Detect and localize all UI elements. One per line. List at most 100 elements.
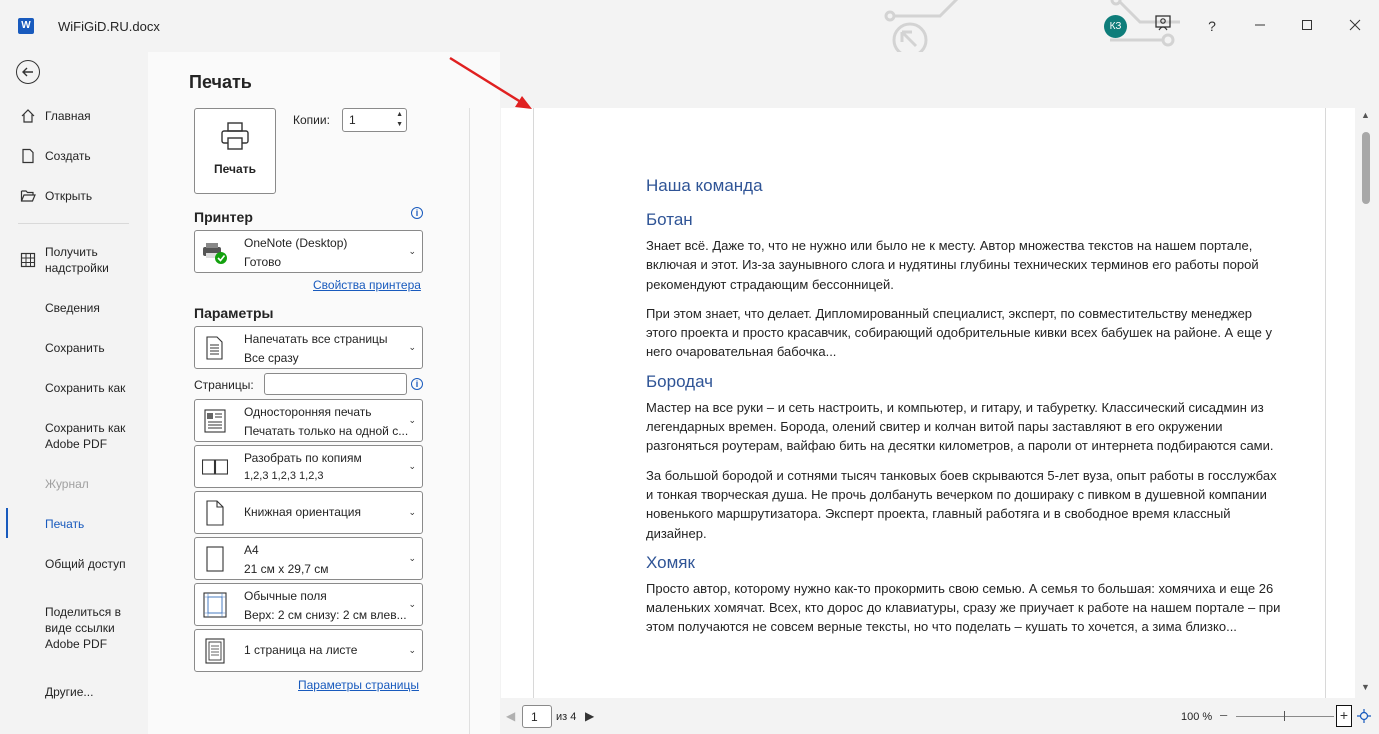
backstage-nav: Главная Создать Открыть Получить надстро… bbox=[0, 52, 148, 734]
print-settings-panel: Печать Печать Копии: 1 ▲ ▼ Принтер i One… bbox=[148, 52, 500, 734]
zoom-out-icon[interactable]: – bbox=[1220, 707, 1227, 722]
collation-select[interactable]: Разобрать по копиям 1,2,3 1,2,3 1,2,3 ⌄ bbox=[194, 445, 423, 488]
pages-per-sheet-select[interactable]: 1 страница на листе ⌄ bbox=[194, 629, 423, 672]
home-icon bbox=[21, 109, 35, 123]
document-content: Наша команда Ботан Знает всё. Даже то, ч… bbox=[646, 176, 1286, 647]
panel-divider bbox=[469, 108, 470, 734]
paragraph: За большой бородой и сотнями тысяч танко… bbox=[646, 467, 1277, 541]
settings-heading: Параметры bbox=[194, 305, 274, 321]
document-title: WiFiGiD.RU.docx bbox=[58, 19, 160, 34]
printer-ready-icon bbox=[203, 243, 227, 264]
spin-down-icon[interactable]: ▼ bbox=[396, 121, 403, 128]
back-arrow-icon[interactable] bbox=[16, 60, 40, 84]
portrait-orientation-icon bbox=[206, 500, 224, 526]
paragraph: Просто автор, которому нужно как-то прок… bbox=[646, 580, 1281, 635]
margins-detail: Верх: 2 см снизу: 2 см влев... bbox=[244, 608, 407, 622]
feedback-icon[interactable] bbox=[1151, 14, 1175, 38]
paragraph: Мастер на все руки – и сеть настроить, и… bbox=[646, 399, 1274, 454]
page-setup-link[interactable]: Параметры страницы bbox=[298, 678, 419, 692]
nav-item-label: Главная bbox=[45, 109, 91, 123]
user-avatar[interactable]: КЗ bbox=[1104, 15, 1127, 38]
pages-label: Страницы: bbox=[194, 378, 254, 392]
sides-select[interactable]: Односторонняя печать Печатать только на … bbox=[194, 399, 423, 442]
printer-icon bbox=[221, 122, 249, 150]
nav-item-label: Другие... bbox=[45, 685, 94, 699]
margins-value: Обычные поля bbox=[244, 589, 327, 603]
background-decoration bbox=[884, 0, 1180, 52]
nav-item-label: Сохранить как Adobe PDF bbox=[45, 421, 126, 451]
print-button[interactable]: Печать bbox=[194, 108, 276, 194]
chevron-down-icon: ⌄ bbox=[408, 342, 416, 352]
maximize-icon[interactable] bbox=[1295, 14, 1319, 38]
current-page-input[interactable]: 1 bbox=[522, 705, 552, 728]
nav-item-label: Открыть bbox=[45, 189, 93, 203]
zoom-in-icon[interactable]: + bbox=[1336, 705, 1352, 727]
printer-select[interactable]: OneNote (Desktop) Готово ⌄ bbox=[194, 230, 423, 273]
zoom-to-page-icon[interactable] bbox=[1357, 709, 1371, 723]
sides-value: Односторонняя печать bbox=[244, 405, 372, 419]
document-title: Наша команда bbox=[646, 176, 763, 195]
chevron-down-icon: ⌄ bbox=[408, 599, 416, 609]
paper-size-value: A4 bbox=[244, 543, 259, 557]
spin-up-icon[interactable]: ▲ bbox=[396, 111, 403, 118]
copies-stepper[interactable]: 1 ▲ ▼ bbox=[342, 108, 407, 132]
scroll-down-icon[interactable]: ▼ bbox=[1361, 682, 1370, 692]
paper-size-detail: 21 см x 29,7 см bbox=[244, 562, 329, 576]
copies-label: Копии: bbox=[293, 113, 330, 127]
next-page-icon[interactable]: ▶ bbox=[585, 709, 594, 723]
section-heading: Ботан bbox=[646, 210, 693, 229]
nav-item-label: Поделиться в виде ссылки Adobe PDF bbox=[45, 605, 121, 651]
orientation-value: Книжная ориентация bbox=[244, 505, 361, 519]
title-bar: W WiFiGiD.RU.docx КЗ ? bbox=[0, 0, 1379, 52]
chevron-down-icon: ⌄ bbox=[408, 507, 416, 517]
nav-item-label: Журнал bbox=[45, 477, 89, 491]
zoom-slider-thumb[interactable] bbox=[1284, 711, 1285, 721]
page-title: Печать bbox=[189, 72, 252, 92]
nav-item-label: Сведения bbox=[45, 301, 100, 315]
info-icon[interactable]: i bbox=[411, 378, 423, 390]
collate-icon bbox=[202, 459, 228, 475]
collation-value: Разобрать по копиям bbox=[244, 451, 362, 465]
close-icon[interactable] bbox=[1343, 14, 1367, 38]
print-range-select[interactable]: Напечатать все страницы Все сразу ⌄ bbox=[194, 326, 423, 369]
paper-size-icon bbox=[206, 546, 224, 572]
nav-item-label: Общий доступ bbox=[45, 557, 126, 571]
nav-item-label: Сохранить как bbox=[45, 381, 126, 395]
previous-page-icon[interactable]: ◀ bbox=[506, 709, 515, 723]
help-icon[interactable]: ? bbox=[1200, 14, 1224, 38]
margins-icon bbox=[203, 592, 227, 618]
scrollbar-thumb[interactable] bbox=[1362, 132, 1370, 204]
page-count: из 4 bbox=[556, 711, 577, 723]
section-heading: Хомяк bbox=[646, 552, 695, 572]
pages-input[interactable] bbox=[264, 373, 407, 395]
preview-scrollbar[interactable]: ▲ ▼ bbox=[1358, 108, 1376, 698]
chevron-down-icon: ⌄ bbox=[408, 461, 416, 471]
chevron-down-icon: ⌄ bbox=[408, 415, 416, 425]
printer-heading: Принтер bbox=[194, 209, 253, 225]
preview-page: Наша команда Ботан Знает всё. Даже то, ч… bbox=[501, 108, 1355, 698]
paper-size-select[interactable]: A4 21 см x 29,7 см ⌄ bbox=[194, 537, 423, 580]
printer-properties-link[interactable]: Свойства принтера bbox=[313, 278, 421, 292]
active-indicator bbox=[6, 508, 8, 538]
copies-value: 1 bbox=[349, 113, 356, 127]
printer-name: OneNote (Desktop) bbox=[244, 236, 348, 250]
one-sided-icon bbox=[204, 409, 226, 433]
chevron-down-icon: ⌄ bbox=[408, 553, 416, 563]
nav-item-label: Печать bbox=[45, 517, 85, 531]
zoom-slider[interactable] bbox=[1236, 716, 1334, 717]
word-icon: W bbox=[18, 18, 34, 34]
pages-per-sheet-icon bbox=[205, 638, 225, 664]
document-pages-icon bbox=[206, 336, 223, 360]
pages-per-sheet-value: 1 страница на листе bbox=[244, 643, 358, 657]
section-heading: Бородач bbox=[646, 371, 714, 391]
paragraph: При этом знает, что делает. Дипломирован… bbox=[646, 305, 1272, 360]
minimize-icon[interactable] bbox=[1248, 14, 1272, 38]
margins-select[interactable]: Обычные поля Верх: 2 см снизу: 2 см влев… bbox=[194, 583, 423, 626]
printer-status: Готово bbox=[244, 255, 282, 269]
page-margin-line bbox=[1325, 108, 1326, 698]
zoom-level[interactable]: 100 % bbox=[1181, 711, 1212, 723]
orientation-select[interactable]: Книжная ориентация ⌄ bbox=[194, 491, 423, 534]
scroll-up-icon[interactable]: ▲ bbox=[1361, 110, 1370, 120]
nav-separator bbox=[18, 223, 129, 224]
info-icon[interactable]: i bbox=[411, 207, 423, 219]
